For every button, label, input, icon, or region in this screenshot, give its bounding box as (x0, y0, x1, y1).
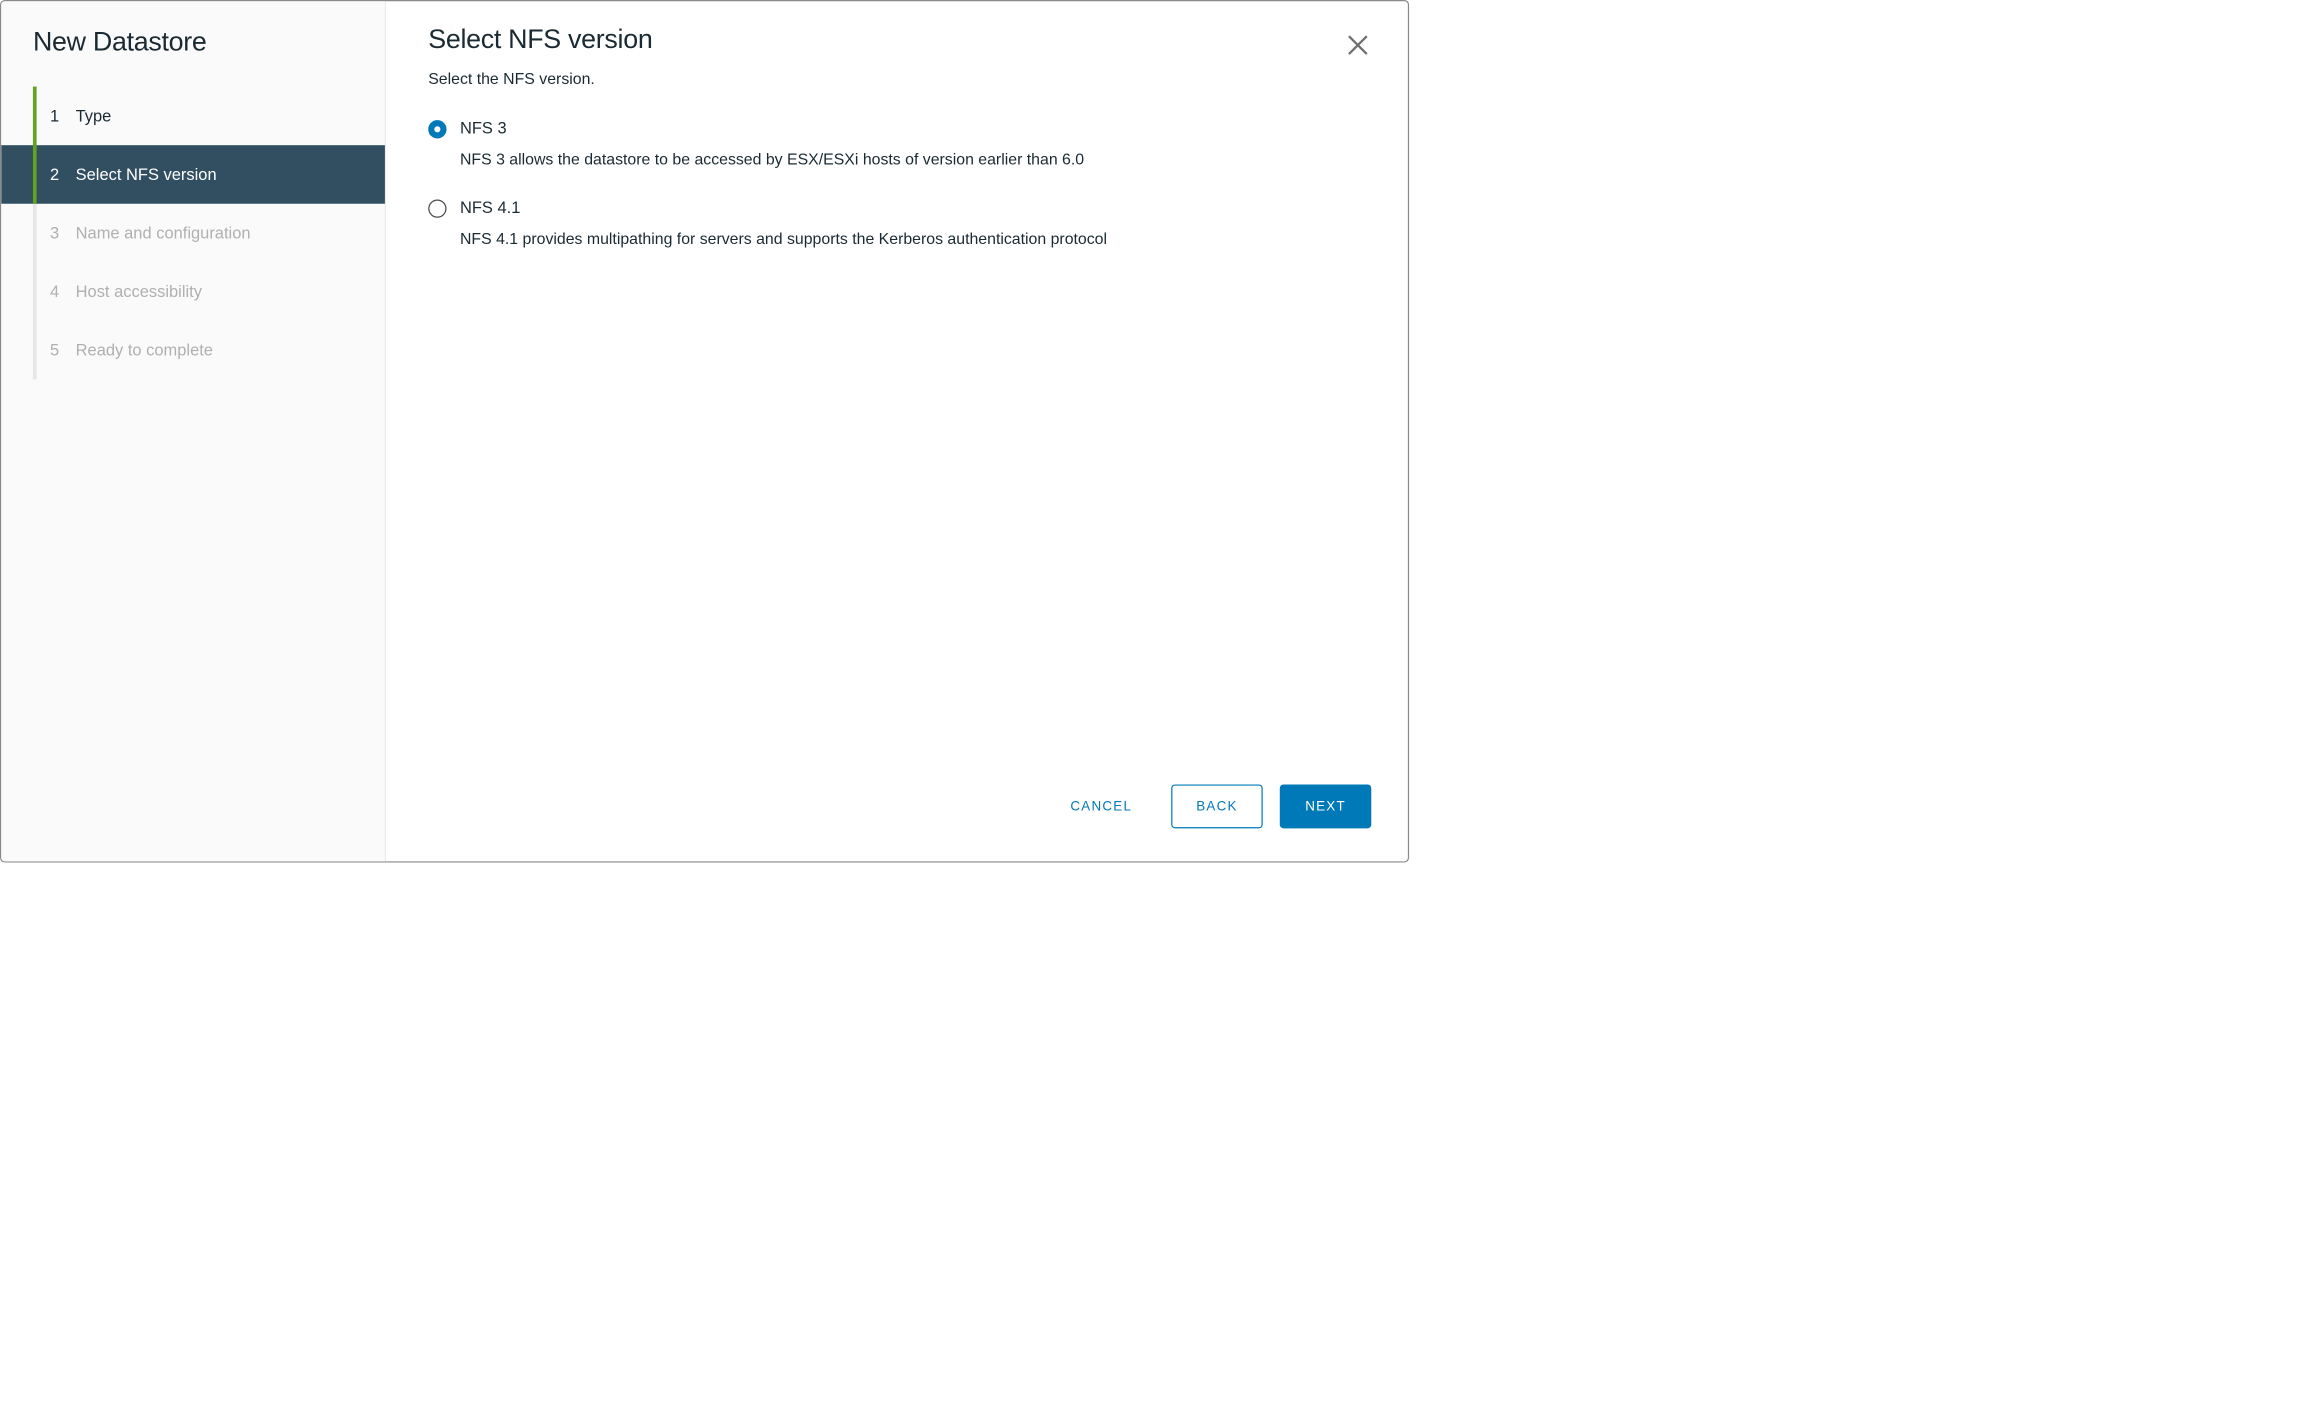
step-number: 2 (50, 165, 72, 184)
step-select-nfs-version[interactable]: 2 Select NFS version (1, 145, 385, 204)
step-label: Host accessibility (76, 282, 202, 301)
option-body: NFS 4.1 NFS 4.1 provides multipathing fo… (460, 198, 1365, 248)
back-button[interactable]: BACK (1171, 784, 1263, 828)
wizard-footer: CANCEL BACK NEXT (1048, 784, 1371, 828)
step-label: Name and configuration (76, 224, 251, 243)
wizard-content: Select NFS version Select the NFS versio… (386, 1, 1408, 861)
wizard-title: New Datastore (1, 27, 385, 68)
radio-unselected-icon[interactable] (428, 199, 446, 217)
option-nfs41[interactable]: NFS 4.1 NFS 4.1 provides multipathing fo… (428, 198, 1365, 248)
option-label: NFS 3 (460, 119, 507, 137)
content-header: Select NFS version (428, 24, 1365, 55)
step-marker-icon (33, 87, 37, 146)
option-label: NFS 4.1 (460, 198, 520, 216)
wizard-sidebar: New Datastore 1 Type 2 Select NFS versio… (1, 1, 385, 861)
step-ready-to-complete: 5 Ready to complete (1, 321, 385, 380)
step-name-and-configuration: 3 Name and configuration (1, 204, 385, 263)
step-number: 5 (50, 341, 72, 360)
radio-selected-icon[interactable] (428, 120, 446, 138)
option-body: NFS 3 NFS 3 allows the datastore to be a… (460, 119, 1365, 169)
content-subtitle: Select the NFS version. (428, 70, 1365, 89)
step-label: Ready to complete (76, 341, 213, 360)
step-host-accessibility: 4 Host accessibility (1, 262, 385, 321)
wizard-steps: 1 Type 2 Select NFS version 3 Name and c… (1, 87, 385, 380)
option-nfs3[interactable]: NFS 3 NFS 3 allows the datastore to be a… (428, 119, 1365, 169)
cancel-button[interactable]: CANCEL (1048, 784, 1154, 828)
close-icon (1344, 32, 1371, 59)
step-number: 1 (50, 106, 72, 125)
step-label: Select NFS version (76, 165, 217, 184)
step-type[interactable]: 1 Type (1, 87, 385, 146)
content-title: Select NFS version (428, 24, 652, 55)
new-datastore-dialog: New Datastore 1 Type 2 Select NFS versio… (0, 0, 1409, 863)
step-number: 3 (50, 224, 72, 243)
step-number: 4 (50, 282, 72, 301)
next-button[interactable]: NEXT (1280, 784, 1372, 828)
option-description: NFS 3 allows the datastore to be accesse… (460, 150, 1365, 169)
option-description: NFS 4.1 provides multipathing for server… (460, 229, 1365, 248)
nfs-version-options: NFS 3 NFS 3 allows the datastore to be a… (428, 119, 1365, 278)
close-button[interactable] (1344, 32, 1371, 59)
step-label: Type (76, 106, 112, 125)
step-marker-icon (33, 145, 37, 204)
